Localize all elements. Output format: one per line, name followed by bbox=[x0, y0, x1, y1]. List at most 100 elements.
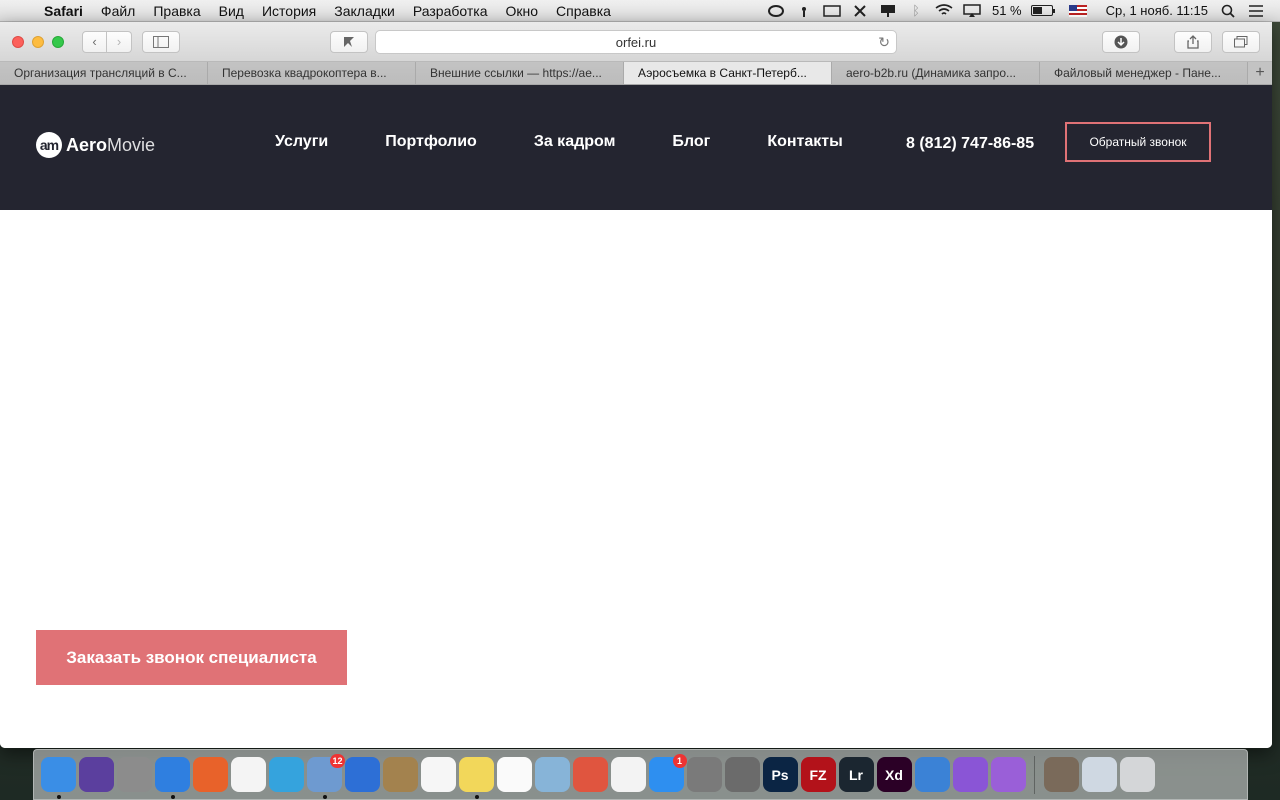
calendar-icon[interactable] bbox=[420, 757, 456, 792]
nav-blog[interactable]: Блог bbox=[672, 133, 710, 151]
remote-desktop-icon[interactable] bbox=[572, 757, 608, 792]
yandex-icon[interactable] bbox=[230, 757, 266, 792]
finder-icon[interactable] bbox=[40, 757, 76, 799]
photos-icon[interactable] bbox=[610, 757, 646, 792]
menu-app-name[interactable]: Safari bbox=[38, 3, 92, 19]
presentation-icon[interactable] bbox=[877, 3, 899, 19]
callback-button[interactable]: Обратный звонок bbox=[1065, 122, 1211, 162]
reload-icon[interactable]: ↻ bbox=[878, 34, 890, 51]
browser-tab[interactable]: aero-b2b.ru (Динамика запро... bbox=[832, 62, 1040, 84]
menu-window[interactable]: Окно bbox=[496, 3, 547, 19]
browser-tab-active[interactable]: Аэросъемка в Санкт-Петерб... bbox=[624, 62, 832, 84]
clock[interactable]: Ср, 1 нояб. 11:15 bbox=[1106, 3, 1208, 18]
menu-view[interactable]: Вид bbox=[210, 3, 253, 19]
menu-develop[interactable]: Разработка bbox=[404, 3, 497, 19]
feedback-icon[interactable] bbox=[990, 757, 1026, 792]
system-preferences-icon[interactable] bbox=[686, 757, 722, 792]
calculator-icon[interactable] bbox=[724, 757, 760, 792]
photoshop-icon[interactable]: Ps bbox=[762, 757, 798, 792]
trash-icon[interactable] bbox=[1119, 757, 1155, 792]
nav-services[interactable]: Услуги bbox=[275, 133, 328, 151]
menu-file[interactable]: Файл bbox=[92, 3, 144, 19]
notes-icon[interactable] bbox=[458, 757, 494, 799]
reminders-icon[interactable] bbox=[496, 757, 532, 792]
siri-icon[interactable] bbox=[78, 757, 114, 792]
menu-help[interactable]: Справка bbox=[547, 3, 620, 19]
site-logo[interactable]: am AeroMovie bbox=[36, 132, 155, 158]
page-content: Заказать звонок специалиста bbox=[0, 210, 1272, 748]
battery-icon[interactable] bbox=[1030, 5, 1055, 16]
notification-center-icon[interactable] bbox=[1245, 3, 1267, 19]
menu-bar: Safari Файл Правка Вид История Закладки … bbox=[0, 0, 1280, 22]
nav-portfolio[interactable]: Портфолио bbox=[385, 133, 477, 151]
browser-tab[interactable]: Файловый менеджер - Пане... bbox=[1040, 62, 1248, 84]
sidebar-icon bbox=[153, 35, 169, 48]
download-icon bbox=[1114, 35, 1128, 49]
browser-tab[interactable]: Организация трансляций в С... bbox=[0, 62, 208, 84]
spotlight-icon[interactable] bbox=[1217, 3, 1239, 19]
lightroom-icon[interactable]: Lr bbox=[838, 757, 874, 792]
close-window-button[interactable] bbox=[12, 35, 24, 48]
menu-edit[interactable]: Правка bbox=[144, 3, 209, 19]
back-button[interactable]: ‹ bbox=[82, 30, 107, 53]
site-header: am AeroMovie Услуги Портфолио За кадром … bbox=[0, 85, 1272, 210]
downloads-stack-icon[interactable] bbox=[1081, 757, 1117, 792]
notification-badge: 12 bbox=[330, 754, 345, 768]
address-bar[interactable]: orfei.ru ↻ bbox=[375, 30, 897, 54]
notification-badge: 1 bbox=[672, 754, 687, 768]
xd-icon[interactable]: Xd bbox=[876, 757, 912, 792]
menu-bookmarks[interactable]: Закладки bbox=[325, 3, 404, 19]
launchpad-icon[interactable] bbox=[116, 757, 152, 792]
forward-button[interactable]: › bbox=[107, 30, 132, 53]
tools-icon[interactable] bbox=[849, 3, 871, 19]
fullscreen-window-button[interactable] bbox=[52, 35, 64, 48]
dock: 12 1 Ps FZ Lr Xd bbox=[33, 749, 1248, 800]
xd-label: Xd bbox=[885, 766, 903, 783]
tab-overview-button[interactable] bbox=[1222, 31, 1260, 53]
display-icon[interactable] bbox=[821, 3, 843, 19]
filezilla-icon[interactable]: FZ bbox=[800, 757, 836, 792]
main-nav: Услуги Портфолио За кадром Блог Контакты bbox=[275, 133, 900, 151]
navigator-icon[interactable] bbox=[344, 757, 380, 792]
dock-separator bbox=[1034, 755, 1035, 794]
creative-cloud-icon[interactable] bbox=[765, 3, 787, 19]
menu-history[interactable]: История bbox=[253, 3, 325, 19]
airplay-icon[interactable] bbox=[961, 3, 983, 19]
nav-behind-scenes[interactable]: За кадром bbox=[534, 133, 616, 151]
address-text: orfei.ru bbox=[615, 34, 657, 50]
chevron-right-icon: › bbox=[116, 34, 122, 49]
phone-number[interactable]: 8 (812) 747-86-85 bbox=[906, 135, 1034, 153]
store-icon[interactable] bbox=[952, 757, 988, 792]
bluetooth-icon[interactable]: ᛒ bbox=[905, 3, 927, 19]
contacts-icon[interactable] bbox=[382, 757, 418, 792]
safari-icon[interactable] bbox=[154, 757, 190, 799]
order-call-button[interactable]: Заказать звонок специалиста bbox=[36, 630, 347, 685]
airport-icon[interactable] bbox=[793, 3, 815, 19]
downloads-button[interactable] bbox=[1102, 31, 1140, 53]
app-store-icon[interactable]: 1 bbox=[648, 754, 687, 792]
photoshop-label: Ps bbox=[771, 766, 789, 783]
extension-icon bbox=[344, 37, 354, 47]
plus-icon: + bbox=[1255, 64, 1265, 81]
tab-bar: Организация трансляций в С... Перевозка … bbox=[0, 62, 1272, 85]
wifi-icon[interactable] bbox=[933, 3, 955, 19]
adwords-icon[interactable] bbox=[914, 757, 950, 792]
extension-button[interactable] bbox=[330, 31, 368, 53]
chevron-left-icon: ‹ bbox=[92, 34, 97, 49]
browser-tab[interactable]: Перевозка квадрокоптера в... bbox=[208, 62, 416, 84]
new-tab-button[interactable]: + bbox=[1248, 62, 1272, 84]
preview-icon[interactable] bbox=[534, 757, 570, 792]
nav-contacts[interactable]: Контакты bbox=[767, 133, 842, 151]
mail-icon[interactable]: 12 bbox=[306, 754, 345, 799]
telegram-icon[interactable] bbox=[268, 757, 304, 792]
browser-tab[interactable]: Внешние ссылки — https://ae... bbox=[416, 62, 624, 84]
sidebar-toggle-button[interactable] bbox=[142, 30, 180, 53]
input-source-flag-icon[interactable] bbox=[1067, 3, 1089, 19]
logo-wordmark: AeroMovie bbox=[66, 134, 156, 155]
firefox-icon[interactable] bbox=[192, 757, 228, 792]
photo-stack-icon[interactable] bbox=[1043, 757, 1079, 792]
filezilla-label: FZ bbox=[809, 766, 827, 783]
minimize-window-button[interactable] bbox=[32, 35, 44, 48]
share-button[interactable] bbox=[1174, 31, 1212, 53]
logo-mark: am bbox=[36, 132, 62, 158]
